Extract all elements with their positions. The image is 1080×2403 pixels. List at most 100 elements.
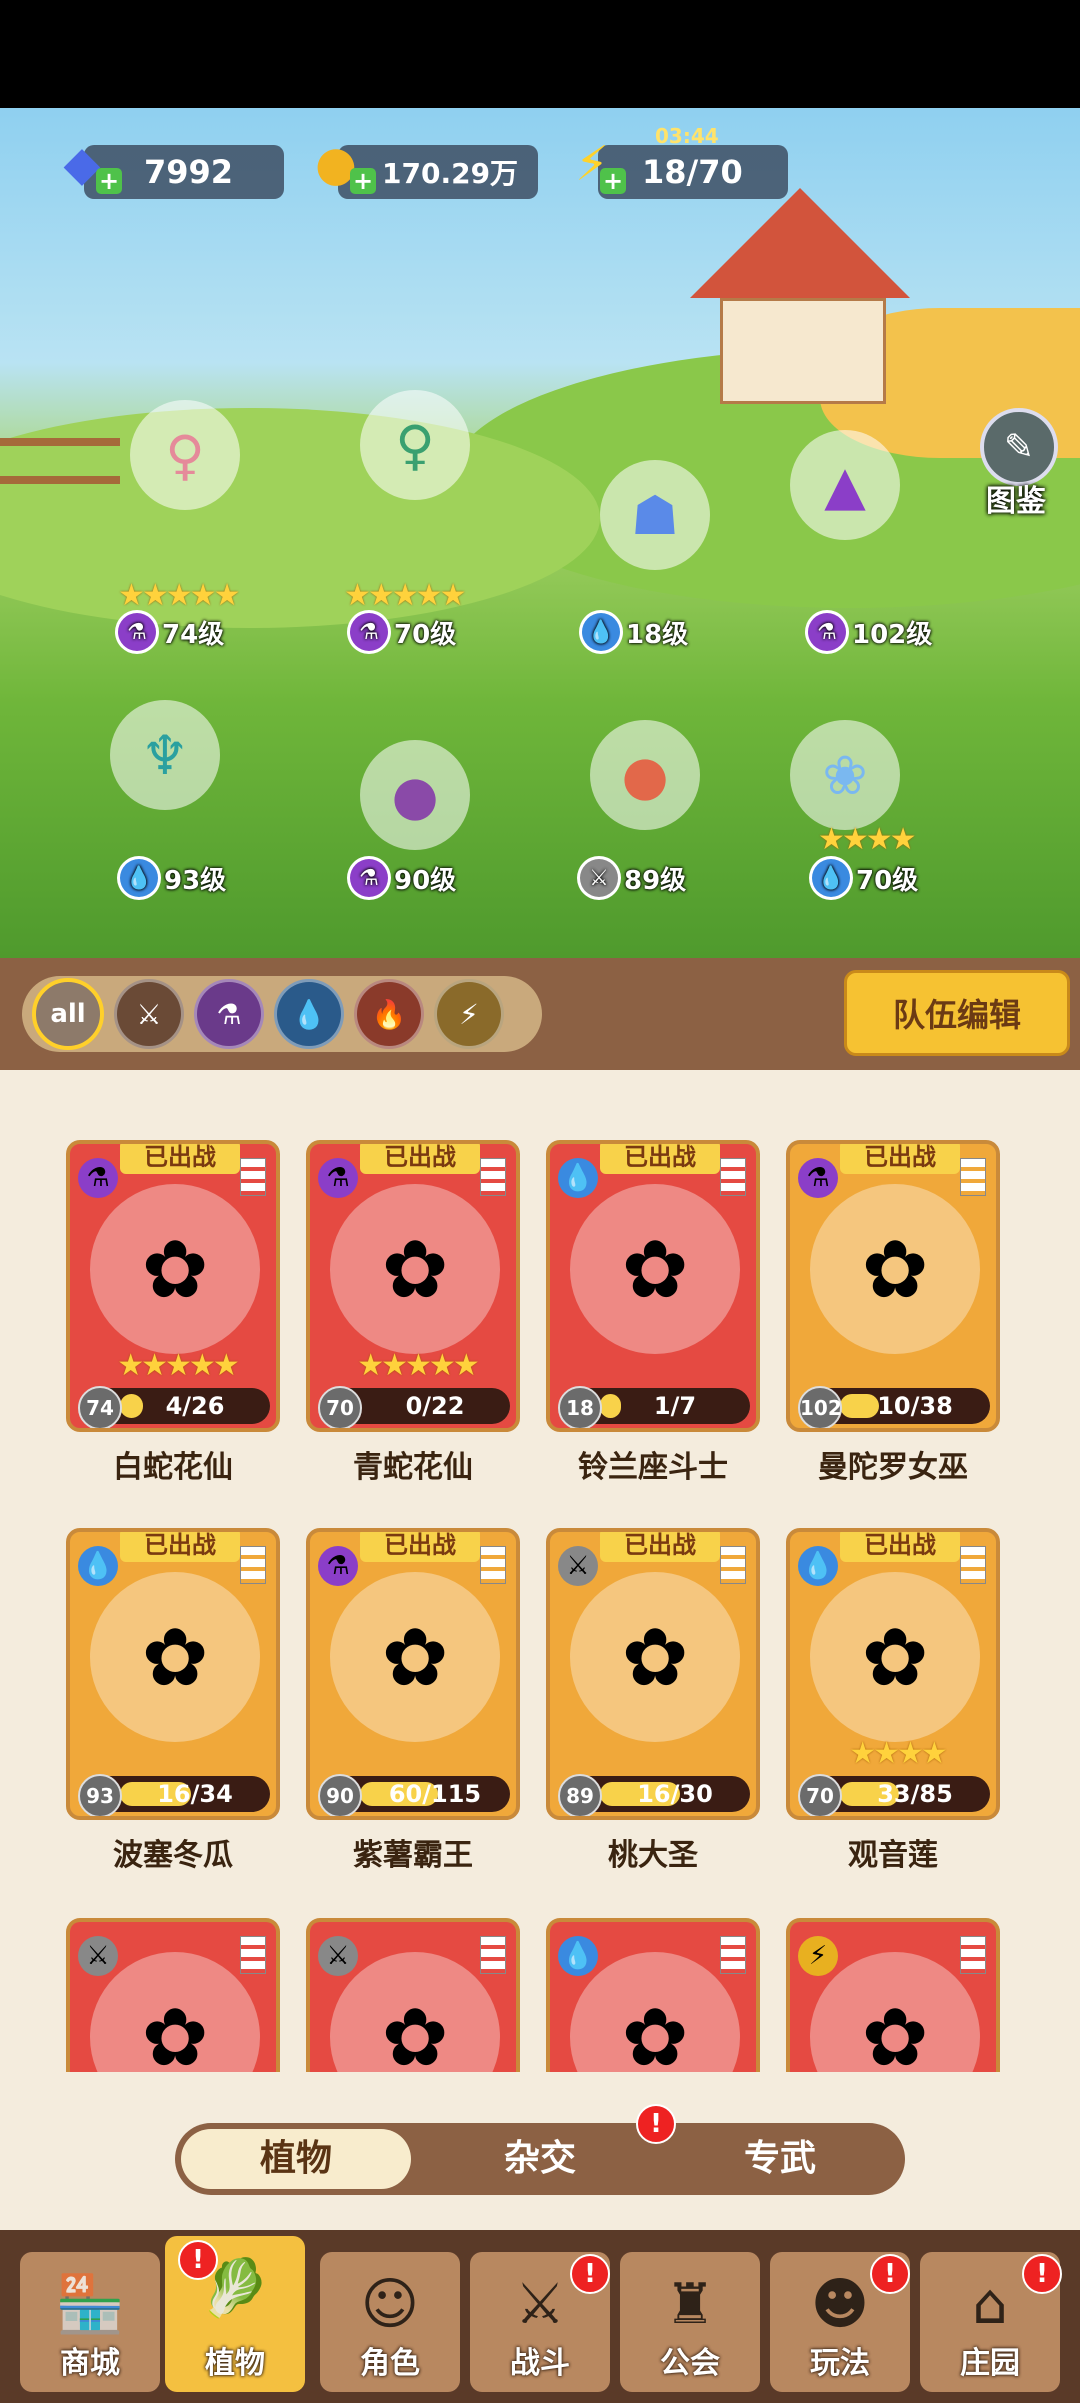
hero-peach-sage[interactable]: ● xyxy=(560,700,730,870)
farmhouse xyxy=(690,178,910,404)
bottom-nav: 🏪 商城 🥬 植物 ☺ 角色 ⚔ 战斗 ♜ 公会 ☻ 玩法 ⌂ 庄园 xyxy=(0,2230,1080,2403)
plant-name: 青蛇花仙 xyxy=(353,1450,473,1485)
deployed-badge: 已出战 xyxy=(840,1532,960,1562)
shard-count: 0/22 xyxy=(405,1392,465,1420)
deployed-badge: 已出战 xyxy=(120,1532,240,1562)
card-stars: ★★★★ xyxy=(849,1736,948,1771)
card-level: 89 xyxy=(558,1774,602,1816)
filter-potion-icon[interactable]: ⚗ xyxy=(194,979,264,1049)
filter-lightning-icon[interactable]: ⚡ xyxy=(434,979,504,1049)
potion-icon: ⚗ xyxy=(318,1546,358,1586)
shard-count: 10/38 xyxy=(877,1392,953,1420)
plant-portrait: ✿ xyxy=(570,1184,740,1354)
add-gold-icon[interactable]: + xyxy=(350,168,376,194)
shard-progress-bar: 18 1/7 xyxy=(558,1386,750,1428)
plant-name: 白蛇花仙 xyxy=(113,1450,233,1485)
potion-icon: ⚗ xyxy=(118,613,156,651)
plant-portrait: ✿ xyxy=(570,1572,740,1742)
formation-icon xyxy=(960,1936,986,1974)
card-level: 102 xyxy=(798,1386,842,1428)
deployed-badge: 已出战 xyxy=(600,1532,720,1562)
castle-icon: ♜ xyxy=(664,2271,716,2337)
card-stars: ★★★★★ xyxy=(357,1348,479,1383)
water-icon: 💧 xyxy=(558,1158,598,1198)
shard-progress-bar: 102 10/38 xyxy=(798,1386,990,1428)
plant-card[interactable]: ✿ 已出战 ⚔ 89 16/30 xyxy=(546,1528,760,1820)
add-energy-icon[interactable]: + xyxy=(600,168,626,194)
plant-card[interactable]: ✿ ⚔ xyxy=(306,1918,520,2072)
hero-stars: ★★★★★ xyxy=(118,578,240,613)
plant-card[interactable]: ✿ ⚡ xyxy=(786,1918,1000,2072)
plant-portrait: ✿ xyxy=(810,1184,980,1354)
manor-alert-icon: ! xyxy=(1022,2254,1062,2294)
plant-portrait: ✿ xyxy=(810,1572,980,1742)
nav-characters[interactable]: ☺ 角色 xyxy=(320,2252,460,2392)
shard-count: 16/30 xyxy=(637,1780,713,1808)
plant-card[interactable]: ✿ 已出战 💧 18 1/7 xyxy=(546,1140,760,1432)
filter-all-button[interactable]: all xyxy=(32,978,104,1050)
deployed-badge: 已出战 xyxy=(360,1144,480,1174)
formation-icon xyxy=(240,1936,266,1974)
shop-icon: 🏪 xyxy=(55,2272,125,2337)
plant-card[interactable]: ✿ 已出战 💧 ★★★★ 70 33/85 xyxy=(786,1528,1000,1820)
formation-icon xyxy=(480,1158,506,1196)
card-level: 90 xyxy=(318,1774,362,1816)
hero-green-snake[interactable]: ♀ xyxy=(330,370,500,540)
hero-lily-fighter[interactable]: ☗ xyxy=(570,440,740,610)
plant-portrait: ✿ xyxy=(330,1184,500,1354)
shard-progress-bar: 89 16/30 xyxy=(558,1774,750,1816)
plant-portrait: ✿ xyxy=(90,1184,260,1354)
hero-level-badge: ⚔ 89级 xyxy=(580,858,686,898)
plant-portrait: ✿ xyxy=(810,1952,980,2072)
tab-exclusive-weapon[interactable]: 专武 xyxy=(665,2129,895,2189)
add-gems-icon[interactable]: + xyxy=(96,168,122,194)
card-level: 18 xyxy=(558,1386,602,1428)
plant-card[interactable]: ✿ 已出战 ⚗ ★★★★★ 70 0/22 xyxy=(306,1140,520,1432)
nav-shop[interactable]: 🏪 商城 xyxy=(20,2252,160,2392)
lightning-icon: ⚡ xyxy=(798,1936,838,1976)
codex-button[interactable]: ✎ 图鉴 xyxy=(966,408,1066,519)
hero-level-badge: ⚗ 102级 xyxy=(808,612,932,652)
tab-plants[interactable]: 植物 xyxy=(181,2129,411,2189)
formation-icon xyxy=(720,1546,746,1584)
plant-card[interactable]: ✿ 已出战 ⚗ 102 10/38 xyxy=(786,1140,1000,1432)
nav-guild[interactable]: ♜ 公会 xyxy=(620,2252,760,2392)
sword-icon: ⚔ xyxy=(318,1936,358,1976)
tab-hybrid[interactable]: 杂交 xyxy=(425,2129,655,2189)
shard-count: 60/115 xyxy=(388,1780,482,1808)
card-level: 70 xyxy=(798,1774,842,1816)
deployed-badge: 已出战 xyxy=(600,1144,720,1174)
potion-icon: ⚗ xyxy=(798,1158,838,1198)
shard-progress-bar: 90 60/115 xyxy=(318,1774,510,1816)
hero-mandrake-witch[interactable]: ▲ xyxy=(760,410,930,580)
plant-card[interactable]: ✿ 已出战 ⚗ ★★★★★ 74 4/26 xyxy=(66,1140,280,1432)
team-edit-button[interactable]: 队伍编辑 xyxy=(844,970,1070,1056)
shard-progress-bar: 70 0/22 xyxy=(318,1386,510,1428)
shard-progress-bar: 70 33/85 xyxy=(798,1774,990,1816)
plant-portrait: ✿ xyxy=(330,1952,500,2072)
hero-level-badge: 💧 93级 xyxy=(120,858,226,898)
plant-card[interactable]: ✿ 已出战 ⚗ 90 60/115 xyxy=(306,1528,520,1820)
hero-white-snake[interactable]: ♀ xyxy=(100,380,270,550)
battle-alert-icon: ! xyxy=(570,2254,610,2294)
hero-poseidon-melon[interactable]: ♆ xyxy=(80,680,250,850)
plant-name: 曼陀罗女巫 xyxy=(818,1450,968,1485)
shard-count: 4/26 xyxy=(165,1392,225,1420)
sub-tab-bar: 植物 杂交 专武 xyxy=(175,2123,905,2195)
filter-sword-icon[interactable]: ⚔ xyxy=(114,979,184,1049)
plant-portrait: ✿ xyxy=(330,1572,500,1742)
filter-water-icon[interactable]: 💧 xyxy=(274,979,344,1049)
hero-level-badge: 💧 18级 xyxy=(582,612,688,652)
filter-fire-icon[interactable]: 🔥 xyxy=(354,979,424,1049)
hero-level-badge: ⚗ 74级 xyxy=(118,612,224,652)
card-level: 70 xyxy=(318,1386,362,1428)
formation-icon xyxy=(240,1546,266,1584)
plant-card[interactable]: ✿ 💧 xyxy=(546,1918,760,2072)
plant-portrait: ✿ xyxy=(90,1952,260,2072)
card-stars: ★★★★★ xyxy=(117,1348,239,1383)
plant-card[interactable]: ✿ ⚔ xyxy=(66,1918,280,2072)
plant-card[interactable]: ✿ 已出战 💧 93 16/34 xyxy=(66,1528,280,1820)
shard-count: 1/7 xyxy=(653,1392,697,1420)
hybrid-alert-icon: ! xyxy=(636,2104,676,2144)
formation-icon xyxy=(480,1936,506,1974)
